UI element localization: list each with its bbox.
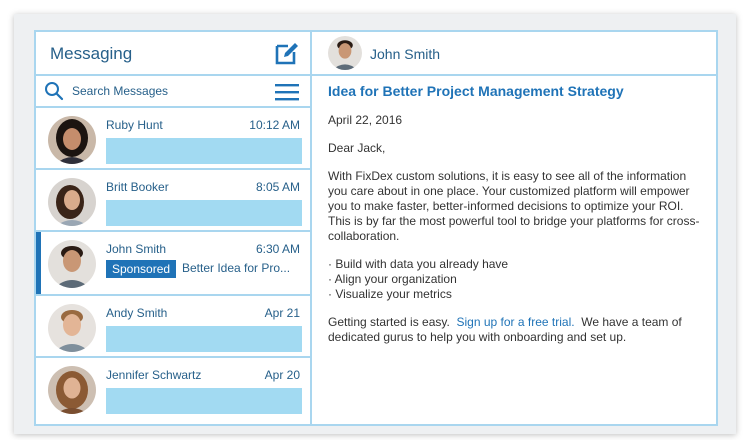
avatar: [48, 116, 96, 164]
thread-sender: Andy Smith: [106, 306, 168, 320]
thread-preview-placeholder: [106, 326, 302, 352]
search-bar: [36, 76, 310, 108]
contact-name[interactable]: John Smith: [370, 46, 440, 62]
thread-time: Apr 20: [264, 368, 300, 382]
thread-preview-placeholder: [106, 200, 302, 226]
conversation-panel: John Smith Idea for Better Project Manag…: [312, 32, 716, 424]
contact-avatar: [328, 36, 362, 70]
search-icon[interactable]: [44, 81, 64, 101]
thread-preview-placeholder: [106, 388, 302, 414]
thread-time: 6:30 AM: [255, 242, 300, 256]
thread-sender: Ruby Hunt: [106, 118, 163, 132]
compose-icon[interactable]: [274, 40, 300, 66]
thread-list-panel: Messaging Search Messages Ruby Hunt 10:1…: [36, 32, 312, 424]
sponsored-badge: Sponsored: [106, 260, 177, 278]
messaging-title: Messaging: [50, 44, 133, 63]
thread-sender: John Smith: [106, 242, 167, 256]
thread-time: Apr 21: [264, 306, 300, 320]
message-bullet-list: · Build with data you already have · Ali…: [328, 257, 708, 302]
free-trial-link[interactable]: Sign up for a free trial.: [457, 315, 575, 329]
avatar: [48, 304, 96, 352]
avatar: [48, 240, 96, 288]
message-paragraph: With FixDex custom solutions, it is easy…: [328, 169, 700, 243]
thread-item-ruby-hunt[interactable]: Ruby Hunt 10:12 AM: [36, 108, 310, 170]
thread-time: 10:12 AM: [249, 118, 300, 132]
message-subject: Idea for Better Project Management Strat…: [328, 83, 624, 99]
message-body: Idea for Better Project Management Strat…: [328, 84, 708, 358]
bullet-item: · Build with data you already have: [328, 257, 509, 271]
thread-item-andy-smith[interactable]: Andy Smith Apr 21: [36, 296, 310, 358]
message-closing: Getting started is easy. Sign up for a f…: [328, 315, 708, 345]
messaging-header: Messaging: [36, 32, 310, 76]
bullet-item: · Align your organization: [328, 272, 457, 286]
messaging-app: Messaging Search Messages Ruby Hunt 10:1…: [34, 30, 718, 426]
message-date: April 22, 2016: [328, 113, 403, 127]
avatar: [48, 178, 96, 226]
menu-icon[interactable]: [274, 82, 300, 102]
thread-sender: Jennifer Schwartz: [106, 368, 202, 382]
thread-preview-placeholder: [106, 138, 302, 164]
search-input[interactable]: [72, 82, 262, 100]
conversation-header: John Smith: [312, 32, 716, 76]
thread-item-britt-booker[interactable]: Britt Booker 8:05 AM: [36, 170, 310, 232]
avatar: [48, 366, 96, 414]
closing-start: Getting started is easy.: [328, 315, 450, 329]
bullet-item: · Visualize your metrics: [328, 287, 452, 301]
thread-preview: Better Idea for Pro...: [182, 261, 291, 275]
thread-item-john-smith[interactable]: John Smith 6:30 AM Sponsored Better Idea…: [36, 232, 310, 296]
thread-time: 8:05 AM: [255, 180, 300, 194]
thread-item-jennifer-schwartz[interactable]: Jennifer Schwartz Apr 20: [36, 358, 310, 420]
thread-sender: Britt Booker: [106, 180, 169, 194]
message-greeting: Dear Jack,: [328, 141, 386, 155]
